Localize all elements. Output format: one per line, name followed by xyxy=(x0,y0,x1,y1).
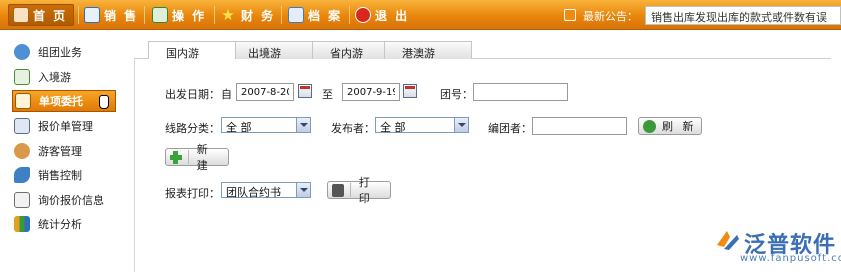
announcement-ticker[interactable]: 销售出库发现出库的款式或件数有误 xyxy=(645,6,841,25)
operation-icon xyxy=(152,7,168,23)
nav-separator xyxy=(144,6,145,24)
nav-sales-label: 销 售 xyxy=(104,8,139,23)
sidebar-item-label: 组团业务 xyxy=(38,46,82,59)
editor-input[interactable] xyxy=(532,117,627,135)
nav-separator xyxy=(349,6,350,24)
start-date-input[interactable] xyxy=(236,83,294,101)
route-category-label: 线路分类： xyxy=(165,122,220,135)
nav-archive-label: 档 案 xyxy=(308,8,343,23)
nav-exit[interactable]: 退 出 xyxy=(355,4,409,26)
statistics-icon xyxy=(14,216,30,232)
nav-separator xyxy=(281,6,282,24)
nav-operation[interactable]: 操 作 xyxy=(152,4,206,26)
sidebar-item-sales-control[interactable]: 销售控制 xyxy=(14,164,118,186)
report-print-label: 报表打印： xyxy=(165,187,220,200)
nav-finance-label: 财 务 xyxy=(241,8,276,23)
sidebar-item-label: 销售控制 xyxy=(38,169,82,182)
inquiry-icon xyxy=(14,192,30,208)
nav-archive[interactable]: 档 案 xyxy=(288,4,342,26)
sidebar-item-inbound[interactable]: 入境游 xyxy=(14,66,118,88)
sidebar-item-label: 统计分析 xyxy=(38,218,82,231)
finance-star-icon: ★ xyxy=(221,6,237,24)
sidebar-item-entrust[interactable]: 单项委托 xyxy=(12,90,116,112)
add-icon xyxy=(170,150,182,164)
new-button[interactable]: 新 建 xyxy=(165,143,229,172)
sidebar-item-label: 报价单管理 xyxy=(38,120,93,133)
tourist-icon xyxy=(14,143,30,159)
tab-domestic[interactable]: 国内游 xyxy=(148,41,236,60)
rss-icon xyxy=(564,9,576,21)
sales-control-icon xyxy=(14,167,30,183)
button-divider xyxy=(187,150,189,164)
end-date-input[interactable] xyxy=(342,83,400,101)
sidebar-item-label: 入境游 xyxy=(38,71,71,84)
tab-hk-macau[interactable]: 港澳游 xyxy=(384,41,472,60)
button-divider xyxy=(349,183,351,197)
chevron-down-icon xyxy=(296,183,310,197)
hand-cursor-icon xyxy=(99,95,109,109)
sidebar-item-statistics[interactable]: 统计分析 xyxy=(14,213,118,235)
to-label: 至 xyxy=(322,88,333,101)
group-no-input[interactable] xyxy=(473,83,568,101)
report-template-select[interactable]: 团队合约书 xyxy=(221,182,311,199)
sidebar-item-group[interactable]: 组团业务 xyxy=(14,41,118,63)
sales-icon xyxy=(84,7,100,23)
group-icon xyxy=(14,44,30,60)
nav-exit-label: 退 出 xyxy=(375,8,410,23)
group-no-label: 团号： xyxy=(440,88,473,101)
sidebar-item-label: 询价报价信息 xyxy=(38,194,104,207)
inbound-icon xyxy=(14,69,30,85)
print-button[interactable]: 打 印 xyxy=(327,176,391,205)
refresh-icon xyxy=(643,119,656,133)
nav-operation-label: 操 作 xyxy=(172,8,207,23)
sidebar-item-tourist[interactable]: 游客管理 xyxy=(14,140,118,162)
editor-label: 编团者： xyxy=(488,122,532,135)
archive-icon xyxy=(288,7,304,23)
refresh-button-label: 刷 新 xyxy=(662,120,697,133)
report-template-value: 团队合约书 xyxy=(226,186,281,199)
new-button-label: 新 建 xyxy=(196,143,211,172)
printer-icon xyxy=(332,183,344,197)
calendar-icon[interactable] xyxy=(403,84,417,98)
top-navigation-bar: 首 页 销 售 操 作 ★ 财 务 档 案 退 出 最新公告： 销售出库发现出库… xyxy=(0,0,841,30)
publisher-value: 全 部 xyxy=(380,121,406,134)
quote-icon xyxy=(14,118,30,134)
chevron-down-icon xyxy=(454,118,468,132)
fanpu-logo-icon xyxy=(717,231,739,250)
chevron-down-icon xyxy=(296,118,310,132)
brand-url: www.fanpusoft.com xyxy=(740,253,841,264)
sidebar-item-quote[interactable]: 报价单管理 xyxy=(14,115,118,137)
announcement-label: 最新公告： xyxy=(583,10,638,23)
publisher-select[interactable]: 全 部 xyxy=(375,117,469,134)
print-button-label: 打 印 xyxy=(358,176,373,205)
sidebar-item-inquiry[interactable]: 询价报价信息 xyxy=(14,189,118,211)
sidebar-item-label: 游客管理 xyxy=(38,145,82,158)
calendar-icon[interactable] xyxy=(298,84,312,98)
tab-outbound[interactable]: 出境游 xyxy=(230,41,318,60)
sidebar: 组团业务 入境游 单项委托 报价单管理 游客管理 销售控制 询价报价信息 统计分… xyxy=(0,31,124,272)
nav-home[interactable]: 首 页 xyxy=(8,4,75,26)
nav-home-label: 首 页 xyxy=(33,8,68,23)
nav-separator xyxy=(214,6,215,24)
nav-separator xyxy=(78,6,79,24)
publisher-label: 发布者： xyxy=(331,122,375,135)
refresh-button[interactable]: 刷 新 xyxy=(638,117,702,135)
nav-finance[interactable]: ★ 财 务 xyxy=(221,4,275,26)
route-category-select[interactable]: 全 部 xyxy=(221,117,311,134)
departure-date-label: 出发日期： xyxy=(165,88,220,101)
home-icon xyxy=(13,7,29,23)
from-label: 自 xyxy=(221,88,232,101)
sidebar-item-label: 单项委托 xyxy=(39,95,83,108)
nav-sales[interactable]: 销 售 xyxy=(84,4,138,26)
exit-icon xyxy=(355,7,371,23)
route-category-value: 全 部 xyxy=(226,121,252,134)
entrust-icon xyxy=(15,93,31,109)
